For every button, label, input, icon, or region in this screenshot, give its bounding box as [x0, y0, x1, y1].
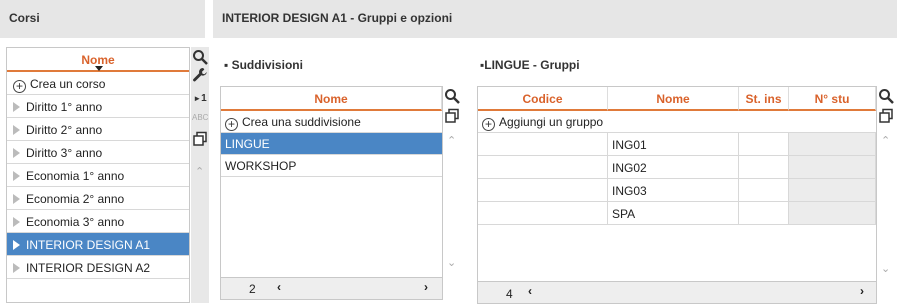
create-course-button[interactable]: + Crea un corso	[7, 72, 189, 95]
course-row[interactable]: Diritto 1° anno	[7, 95, 189, 118]
course-row[interactable]: Diritto 3° anno	[7, 141, 189, 164]
create-subdivision-label: Crea una suddivisione	[242, 115, 361, 129]
group-st-ins-cell[interactable]	[739, 133, 789, 156]
expand-triangle-icon	[13, 102, 20, 112]
copy-icon[interactable]	[444, 108, 460, 124]
course-label: INTERIOR DESIGN A2	[26, 261, 151, 275]
courses-name-column-header[interactable]: Nome	[7, 48, 189, 72]
subdivision-row[interactable]: WORKSHOP	[221, 155, 442, 177]
expand-triangle-icon	[13, 263, 20, 273]
subdivisions-name-column-header[interactable]: Nome	[221, 87, 442, 111]
group-count: 4	[506, 287, 513, 301]
add-group-label: Aggiungi un gruppo	[499, 115, 604, 129]
group-code-cell[interactable]	[478, 202, 608, 225]
group-st-ins-cell[interactable]	[739, 156, 789, 179]
subdivisions-list: Nome + Crea una suddivisione LINGUE WORKS…	[220, 86, 443, 300]
courses-toolbar: ►1 ABC ⌃	[191, 47, 209, 303]
play-icon: ►	[193, 94, 202, 103]
scroll-left-icon[interactable]: ‹	[277, 280, 281, 294]
expand-triangle-icon	[13, 148, 20, 158]
course-row-selected[interactable]: INTERIOR DESIGN A1	[7, 233, 189, 256]
add-icon: +	[13, 80, 26, 93]
course-label: Economia 2° anno	[26, 192, 125, 206]
search-icon[interactable]	[192, 49, 208, 65]
groups-section-title: ▪LINGUE - Gruppi	[480, 58, 580, 72]
course-label: Economia 1° anno	[26, 169, 125, 183]
expand-triangle-icon	[13, 194, 20, 204]
numbering-label: 1	[201, 93, 207, 104]
subdivision-count: 2	[249, 282, 256, 296]
group-name-cell[interactable]: SPA	[608, 202, 739, 225]
add-group-button[interactable]: + Aggiungi un gruppo	[478, 111, 876, 133]
group-n-stu-cell	[789, 202, 876, 225]
subdivisions-toolbar: ⌃ ⌄	[443, 86, 461, 300]
group-st-ins-cell[interactable]	[739, 179, 789, 202]
course-row[interactable]: Economia 3° anno	[7, 210, 189, 233]
copy-icon[interactable]	[192, 131, 208, 147]
expand-triangle-icon	[13, 171, 20, 181]
bullet: ▪	[224, 58, 232, 72]
groups-table: Codice Nome St. ins N° stu + Aggiungi un …	[477, 86, 877, 304]
scroll-right-icon[interactable]: ›	[424, 280, 428, 294]
group-st-ins-cell[interactable]	[739, 202, 789, 225]
wrench-icon[interactable]	[192, 67, 208, 83]
group-n-stu-cell	[789, 179, 876, 202]
page-title: INTERIOR DESIGN A1 - Gruppi e opzioni	[213, 0, 897, 38]
group-code-cell[interactable]	[478, 179, 608, 202]
column-header-st-ins[interactable]: St. ins	[739, 87, 789, 111]
create-subdivision-button[interactable]: + Crea una suddivisione	[221, 111, 442, 133]
expand-triangle-icon	[13, 240, 20, 250]
group-name-cell[interactable]: ING02	[608, 156, 739, 179]
add-icon: +	[225, 118, 238, 131]
group-code-cell[interactable]	[478, 133, 608, 156]
groups-title-label: LINGUE - Gruppi	[484, 58, 580, 72]
group-name-cell[interactable]: ING03	[608, 179, 739, 202]
groups-toolbar: ⌃ ⌄	[877, 86, 895, 304]
add-icon: +	[482, 118, 495, 131]
course-label: Economia 3° anno	[26, 215, 125, 229]
scroll-right-icon[interactable]: ›	[860, 284, 864, 298]
column-header-code[interactable]: Codice	[478, 87, 608, 111]
scroll-left-icon[interactable]: ‹	[528, 284, 532, 298]
scroll-up-icon[interactable]: ⌃	[881, 134, 890, 147]
scroll-up-icon[interactable]: ⌃	[447, 134, 456, 147]
subdivisions-title-label: Suddivisioni	[231, 58, 303, 72]
course-row[interactable]: Diritto 2° anno	[7, 118, 189, 141]
course-label: Diritto 1° anno	[26, 100, 103, 114]
subdivisions-footer: 2 ‹ ›	[221, 277, 442, 299]
scroll-down-icon[interactable]: ⌄	[447, 256, 456, 269]
course-label: Diritto 2° anno	[26, 123, 103, 137]
courses-list: Nome + Crea un corso Diritto 1° anno Diri…	[6, 47, 190, 303]
subdivision-row-selected[interactable]: LINGUE	[221, 133, 442, 155]
expand-triangle-icon	[13, 217, 20, 227]
abc-label: ABC	[192, 113, 209, 122]
subdivisions-section-title: ▪ Suddivisioni	[224, 58, 303, 72]
scroll-down-icon[interactable]: ⌄	[881, 262, 890, 275]
course-row[interactable]: Economia 1° anno	[7, 164, 189, 187]
group-n-stu-cell	[789, 156, 876, 179]
group-name-cell[interactable]: ING01	[608, 133, 739, 156]
create-course-label: Crea un corso	[30, 77, 106, 91]
courses-panel-title: Corsi	[0, 0, 205, 38]
course-label: INTERIOR DESIGN A1	[26, 238, 151, 252]
search-icon[interactable]	[878, 88, 894, 104]
course-label: Diritto 3° anno	[26, 146, 103, 160]
search-icon[interactable]	[444, 88, 460, 104]
course-row[interactable]: Economia 2° anno	[7, 187, 189, 210]
abc-sort-button[interactable]: ABC	[192, 113, 208, 129]
sort-descending-icon	[95, 66, 103, 71]
group-n-stu-cell	[789, 133, 876, 156]
scroll-up-icon[interactable]: ⌃	[195, 165, 204, 178]
numbering-button[interactable]: ►1	[192, 93, 208, 109]
copy-icon[interactable]	[878, 108, 894, 124]
column-header-name[interactable]: Nome	[608, 87, 739, 111]
expand-triangle-icon	[13, 125, 20, 135]
group-code-cell[interactable]	[478, 156, 608, 179]
column-label: Nome	[81, 53, 115, 67]
column-header-n-stu[interactable]: N° stu	[789, 87, 876, 111]
groups-footer: 4 ‹ ›	[478, 281, 876, 303]
course-row[interactable]: INTERIOR DESIGN A2	[7, 256, 189, 279]
